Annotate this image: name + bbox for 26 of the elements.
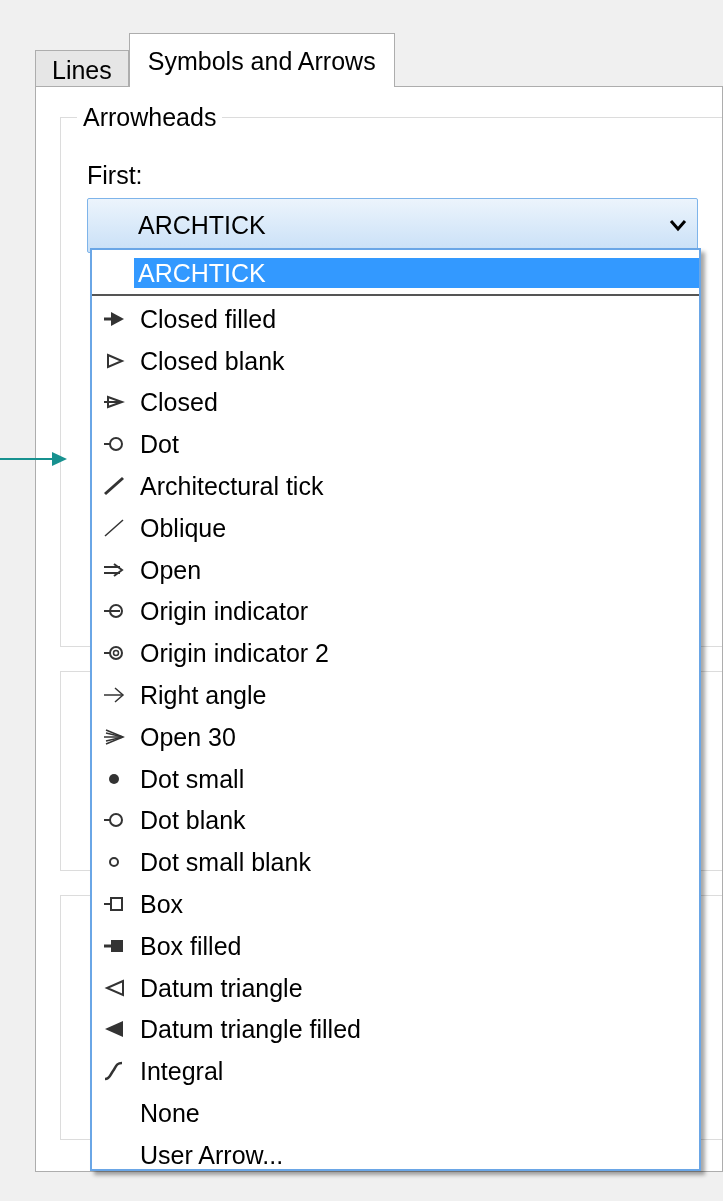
dropdown-option[interactable]: Box [92,883,699,925]
dropdown-option[interactable]: Origin indicator 2 [92,632,699,675]
caret-icon [669,218,687,232]
dropdown-option[interactable]: None [92,1092,699,1134]
dropdown-option[interactable]: Dot small [92,757,699,800]
tab[interactable]: Lines [35,50,129,86]
dropdown-option[interactable]: Origin indicator [92,590,699,633]
dropdown-option[interactable]: Box filled [92,924,699,967]
dropdown-option[interactable]: Datum triangle [92,966,699,1009]
dropdown-option[interactable]: Dot blank [92,799,699,842]
dropdown-option[interactable]: Datum triangle filled [92,1008,699,1051]
dropdown-option[interactable]: Open 30 [92,715,699,758]
dropdown-option[interactable]: Closed [92,381,699,424]
dropdown-option[interactable]: Right angle [92,674,699,716]
field-label: First: [87,160,144,190]
dropdown-option[interactable]: Dot [92,423,699,466]
pointer-arrow [0,449,68,469]
dropdown-option[interactable]: Closed blank [92,339,699,382]
dropdown-option[interactable]: Integral [92,1050,699,1093]
dropdown-option[interactable]: User Arrow... [92,1133,699,1176]
tab[interactable]: Symbols and Arrows [128,33,395,87]
dropdown-option[interactable]: Architectural tick [92,465,699,507]
dropdown-option[interactable]: Oblique [92,507,699,549]
dropdown-option[interactable]: Closed filled [92,298,699,340]
dropdown-option[interactable]: Dot small blank [92,841,699,884]
dropdown-option[interactable]: Open [92,548,699,591]
